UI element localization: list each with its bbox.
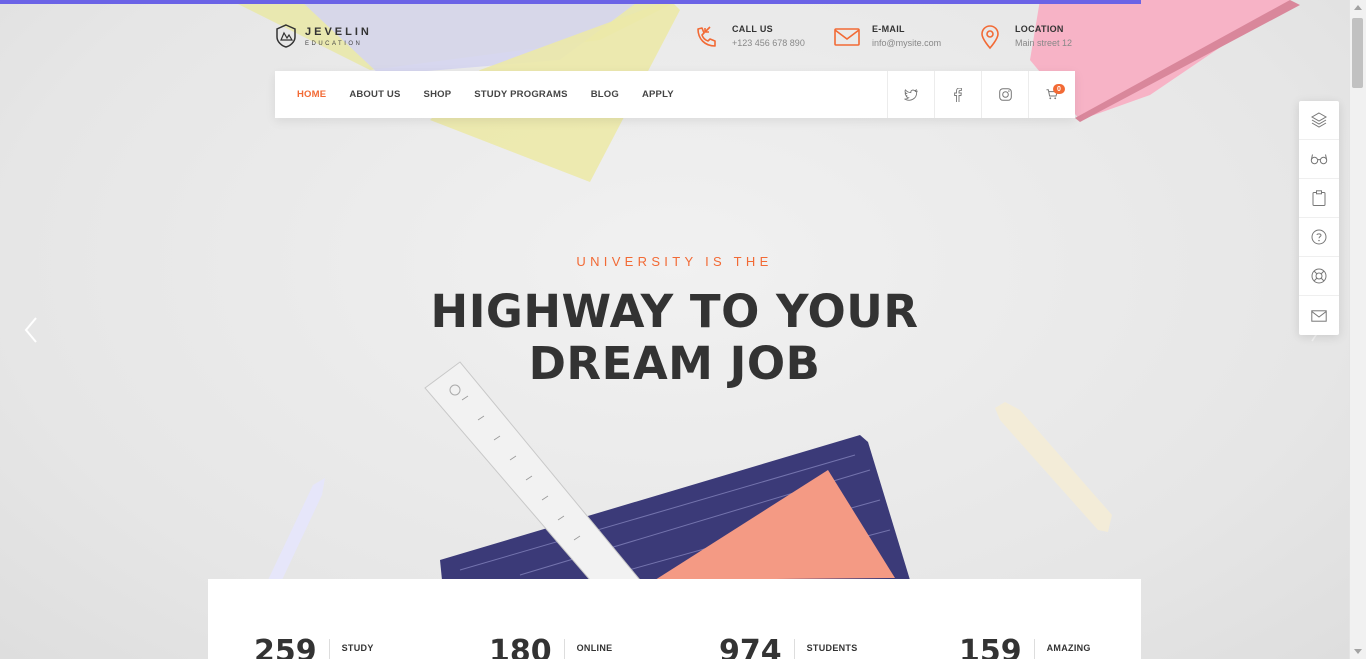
nav-item-study-programs[interactable]: STUDY PROGRAMS — [474, 89, 567, 100]
stat-item: 180 ONLINE — [489, 637, 612, 659]
side-support-button[interactable] — [1299, 257, 1339, 296]
nav-item-blog[interactable]: BLOG — [591, 89, 619, 100]
site-logo[interactable]: JEVELIN EDUCATION — [275, 24, 372, 48]
map-pin-icon — [981, 25, 999, 50]
hero-headline: HIGHWAY TO YOUR DREAM JOB — [0, 286, 1349, 390]
contact-email: E-MAIL info@mysite.com — [834, 24, 941, 50]
instagram-link[interactable] — [981, 71, 1028, 118]
nav-item-about-us[interactable]: ABOUT US — [349, 89, 400, 100]
cart-button[interactable]: 0 — [1028, 71, 1075, 118]
side-help-button[interactable] — [1299, 218, 1339, 257]
side-clipboard-button[interactable] — [1299, 179, 1339, 218]
cart-count-badge: 0 — [1053, 84, 1065, 94]
side-contact-button[interactable] — [1299, 296, 1339, 335]
shield-logo-icon — [276, 24, 296, 48]
hero-headline-line-2: DREAM JOB — [528, 337, 821, 390]
facebook-icon — [954, 87, 962, 102]
nav-menu: HOME ABOUT US SHOP STUDY PROGRAMS BLOG A… — [275, 89, 887, 100]
page-scrollbar[interactable] — [1349, 0, 1366, 659]
hero-eyebrow: UNIVERSITY IS THE — [576, 254, 773, 269]
help-icon — [1311, 229, 1327, 245]
main-navbar: HOME ABOUT US SHOP STUDY PROGRAMS BLOG A… — [275, 71, 1075, 118]
stat-number: 159 — [959, 634, 1022, 659]
stat-label: STUDENTS — [806, 643, 858, 653]
instagram-icon — [998, 88, 1012, 101]
nav-social-links: 0 — [887, 71, 1075, 118]
layers-icon — [1311, 112, 1327, 128]
stat-divider — [328, 639, 330, 659]
side-toolbar — [1299, 101, 1339, 335]
contact-call: CALL US +123 456 678 890 — [694, 24, 805, 50]
contact-call-value: +123 456 678 890 — [732, 38, 805, 48]
nav-item-apply[interactable]: APPLY — [642, 89, 674, 100]
scroll-up-arrow-icon[interactable] — [1354, 5, 1362, 10]
stat-divider — [1033, 639, 1035, 659]
phone-icon — [697, 26, 716, 47]
contact-email-label: E-MAIL — [872, 24, 905, 34]
twitter-link[interactable] — [887, 71, 934, 118]
logo-subtitle: EDUCATION — [305, 40, 363, 47]
scroll-down-arrow-icon[interactable] — [1354, 649, 1362, 654]
stat-label: ONLINE — [576, 643, 613, 653]
side-preview-button[interactable] — [1299, 140, 1339, 179]
stat-label: STUDY — [341, 643, 374, 653]
page-progress-line — [0, 0, 1141, 4]
contact-location-label: LOCATION — [1015, 24, 1064, 34]
contact-location: LOCATION Main street 12 — [977, 24, 1072, 50]
side-layers-button[interactable] — [1299, 101, 1339, 140]
stat-number: 180 — [489, 634, 552, 659]
scrollbar-thumb[interactable] — [1352, 18, 1363, 88]
lifebuoy-icon — [1311, 268, 1327, 284]
stat-item: 974 STUDENTS — [719, 637, 858, 659]
envelope-icon — [1311, 309, 1327, 322]
hero-headline-line-1: HIGHWAY TO YOUR — [430, 285, 919, 338]
contact-call-label: CALL US — [732, 24, 773, 34]
facebook-link[interactable] — [934, 71, 981, 118]
stats-card: 259 STUDY 180 ONLINE 974 STUDENTS 159 AM… — [208, 579, 1141, 659]
mail-icon — [834, 28, 860, 46]
stat-divider — [563, 639, 565, 659]
nav-item-home[interactable]: HOME — [297, 89, 326, 100]
nav-item-shop[interactable]: SHOP — [424, 89, 452, 100]
glasses-icon — [1310, 154, 1328, 165]
stat-number: 974 — [719, 634, 782, 659]
stat-label: AMAZING — [1046, 643, 1091, 653]
stat-item: 159 AMAZING — [959, 637, 1091, 659]
stat-divider — [793, 639, 795, 659]
clipboard-icon — [1312, 190, 1326, 206]
stat-item: 259 STUDY — [254, 637, 374, 659]
logo-title: JEVELIN — [305, 25, 372, 38]
contact-location-value: Main street 12 — [1015, 38, 1073, 48]
twitter-icon — [904, 88, 918, 101]
contact-email-value[interactable]: info@mysite.com — [872, 38, 941, 48]
slider-prev-arrow-icon[interactable] — [24, 317, 38, 343]
stat-number: 259 — [254, 634, 317, 659]
